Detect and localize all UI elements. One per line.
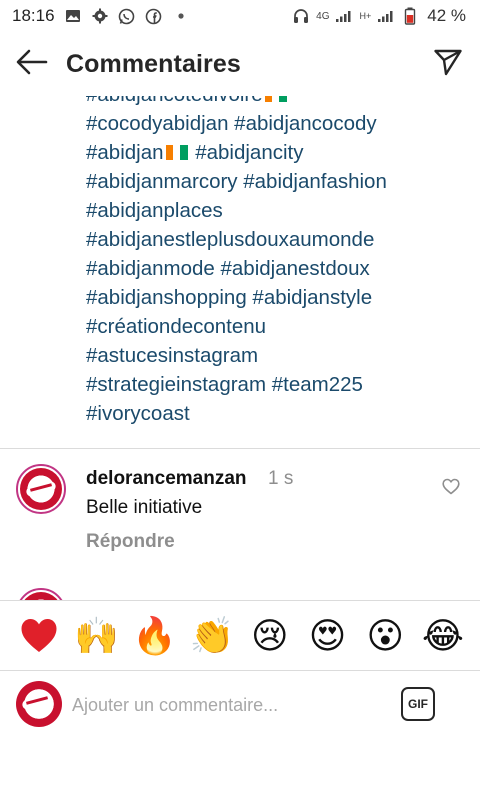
- avatar-image: [16, 681, 62, 727]
- dot-icon: [172, 7, 190, 25]
- emoji-surprised-face[interactable]: 😮: [362, 613, 408, 659]
- heart-outline-icon: [442, 478, 460, 500]
- share-button[interactable]: [430, 46, 466, 82]
- emoji-fire[interactable]: 🔥: [131, 613, 177, 659]
- emoji-clapping-hands[interactable]: 👏: [189, 613, 235, 659]
- whatsapp-icon: [118, 7, 136, 25]
- hashtag-line[interactable]: #astucesinstagram: [86, 341, 387, 370]
- battery-percent: 42 %: [427, 6, 466, 25]
- hashtag-line[interactable]: #abidjanestleplusdouxaumonde: [86, 225, 387, 254]
- network-4g-label: 4G: [316, 10, 330, 22]
- hashtag-line[interactable]: #abidjancotedivoire: [86, 96, 387, 109]
- emoji-bar: 🙌 🔥 👏 😢 😍 😮 😂: [0, 600, 480, 670]
- hashtag-line[interactable]: #ivorycoast: [86, 399, 387, 428]
- hashtag-line[interactable]: #abidjanplaces: [86, 196, 387, 225]
- comment-text: Belle initiative: [86, 497, 203, 518]
- header: Commentaires: [0, 32, 480, 96]
- status-left: 18:16: [12, 6, 190, 26]
- avatar[interactable]: [16, 464, 66, 514]
- comment-item: delorancemanzan 1 s Belle initiative Rép…: [0, 458, 480, 568]
- emoji-crying-face[interactable]: 😢: [247, 613, 293, 659]
- emoji-raising-hands[interactable]: 🙌: [74, 613, 120, 659]
- post-caption: #abidjancotedivoire #cocodyabidjan #abid…: [86, 96, 476, 436]
- hashtag-line[interactable]: #strategieinstagram #team225: [86, 370, 387, 399]
- avatar-image: [20, 468, 62, 510]
- ivory-coast-flag-icon: [264, 96, 287, 102]
- settings-icon: [91, 7, 109, 25]
- hashtag-line[interactable]: #abidjan #abidjancity: [86, 138, 387, 167]
- status-right: 4G H+ 42 %: [292, 6, 466, 26]
- battery-icon: [401, 7, 419, 25]
- caption-divider: [0, 448, 480, 449]
- caption-scroll: #abidjancotedivoire #cocodyabidjan #abid…: [86, 96, 387, 428]
- back-button[interactable]: [0, 32, 64, 96]
- signal-icon: [335, 7, 353, 25]
- ivory-coast-flag-icon: [165, 145, 188, 160]
- hashtag-line[interactable]: #abidjanmarcory #abidjanfashion: [86, 167, 387, 196]
- comment-composer: GIF: [0, 670, 480, 740]
- emoji-heart-eyes[interactable]: 😍: [305, 613, 351, 659]
- emoji-tears-of-joy[interactable]: 😂: [420, 613, 466, 659]
- comment-time: 1 s: [268, 468, 294, 489]
- gif-button[interactable]: GIF: [401, 687, 435, 721]
- facebook-icon: [145, 7, 163, 25]
- hashtag-line[interactable]: #créationdecontenu: [86, 312, 387, 341]
- comment-author[interactable]: delorancemanzan: [86, 468, 247, 490]
- hashtag-line[interactable]: #abidjanmode #abidjanestdoux: [86, 254, 387, 283]
- paper-plane-icon: [433, 47, 463, 82]
- comment-item-partial: [0, 584, 480, 600]
- like-button[interactable]: [440, 478, 462, 500]
- avatar[interactable]: [16, 588, 66, 600]
- gallery-icon: [64, 7, 82, 25]
- arrow-left-icon: [16, 49, 48, 80]
- hashtag-line[interactable]: #abidjanshopping #abidjanstyle: [86, 283, 387, 312]
- avatar-image: [20, 592, 62, 600]
- avatar: [16, 681, 62, 727]
- emoji-red-heart[interactable]: [16, 613, 62, 659]
- hashtag-line[interactable]: #cocodyabidjan #abidjancocody: [86, 109, 387, 138]
- signal-icon: [377, 7, 395, 25]
- headphones-icon: [292, 7, 310, 25]
- page-title: Commentaires: [66, 49, 241, 78]
- status-bar: 18:16 4G H+ 42 %: [0, 0, 480, 32]
- reply-button[interactable]: Répondre: [86, 531, 175, 553]
- network-hplus-label: H+: [359, 11, 372, 21]
- status-time: 18:16: [12, 6, 55, 25]
- comment-input[interactable]: [72, 691, 372, 719]
